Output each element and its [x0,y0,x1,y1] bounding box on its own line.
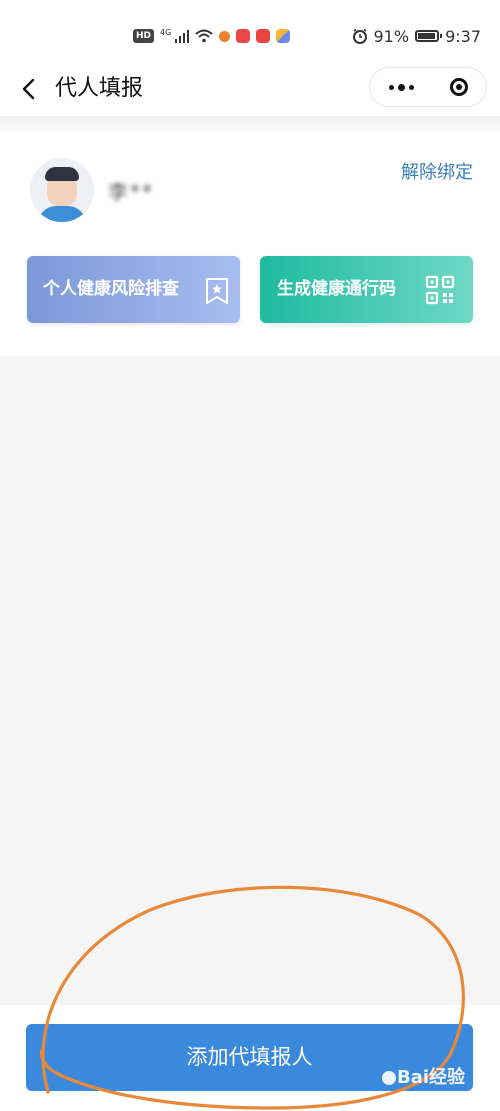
profile-card: 李** 解除绑定 个人健康风险排查 生成健康通行码 [0,132,500,356]
baidu-jingyan-watermark: Bai经验 [381,1063,465,1089]
page-title: 代人填报 [55,76,144,101]
wifi-icon [195,29,213,43]
generate-health-code-label: 生成健康通行码 [277,279,396,299]
mini-program-capsule [369,67,487,107]
close-button[interactable] [432,68,486,106]
avatar [30,158,94,222]
target-circle-icon [450,78,468,96]
divider-shadow [0,116,500,132]
network-type: 4G [160,27,172,37]
chevron-left-icon [22,78,35,100]
user-name: 李** [108,180,154,204]
battery-icon [415,30,443,42]
app-notification-icon [219,30,231,42]
more-dots-icon [388,84,394,90]
unbind-link[interactable]: 解除绑定 [401,158,473,184]
back-button[interactable] [18,74,42,104]
qr-code-icon [425,275,455,305]
battery-percent: 91% [373,26,410,46]
news-app-icon [256,29,271,43]
nav-bar: 代人填报 [0,64,500,116]
status-bar: HD 4G 91% 9:37 [0,0,500,64]
clock: 9:37 [445,26,481,46]
book-app-icon [236,29,251,43]
hd-badge: HD [133,29,155,43]
health-risk-check-button[interactable]: 个人健康风险排查 [27,256,240,323]
alarm-icon [352,28,367,44]
health-risk-check-label: 个人健康风险排查 [43,279,179,299]
footer-bar: 添加代填报人 [0,1005,500,1111]
colorful-app-icon [276,29,291,43]
more-button[interactable] [370,68,432,106]
generate-health-code-button[interactable]: 生成健康通行码 [260,256,473,323]
signal-icon [175,29,190,43]
bookmark-star-icon [206,278,228,304]
status-right: 91% 9:37 [352,26,481,46]
status-left: HD 4G [133,26,291,46]
paw-icon [382,1071,396,1085]
